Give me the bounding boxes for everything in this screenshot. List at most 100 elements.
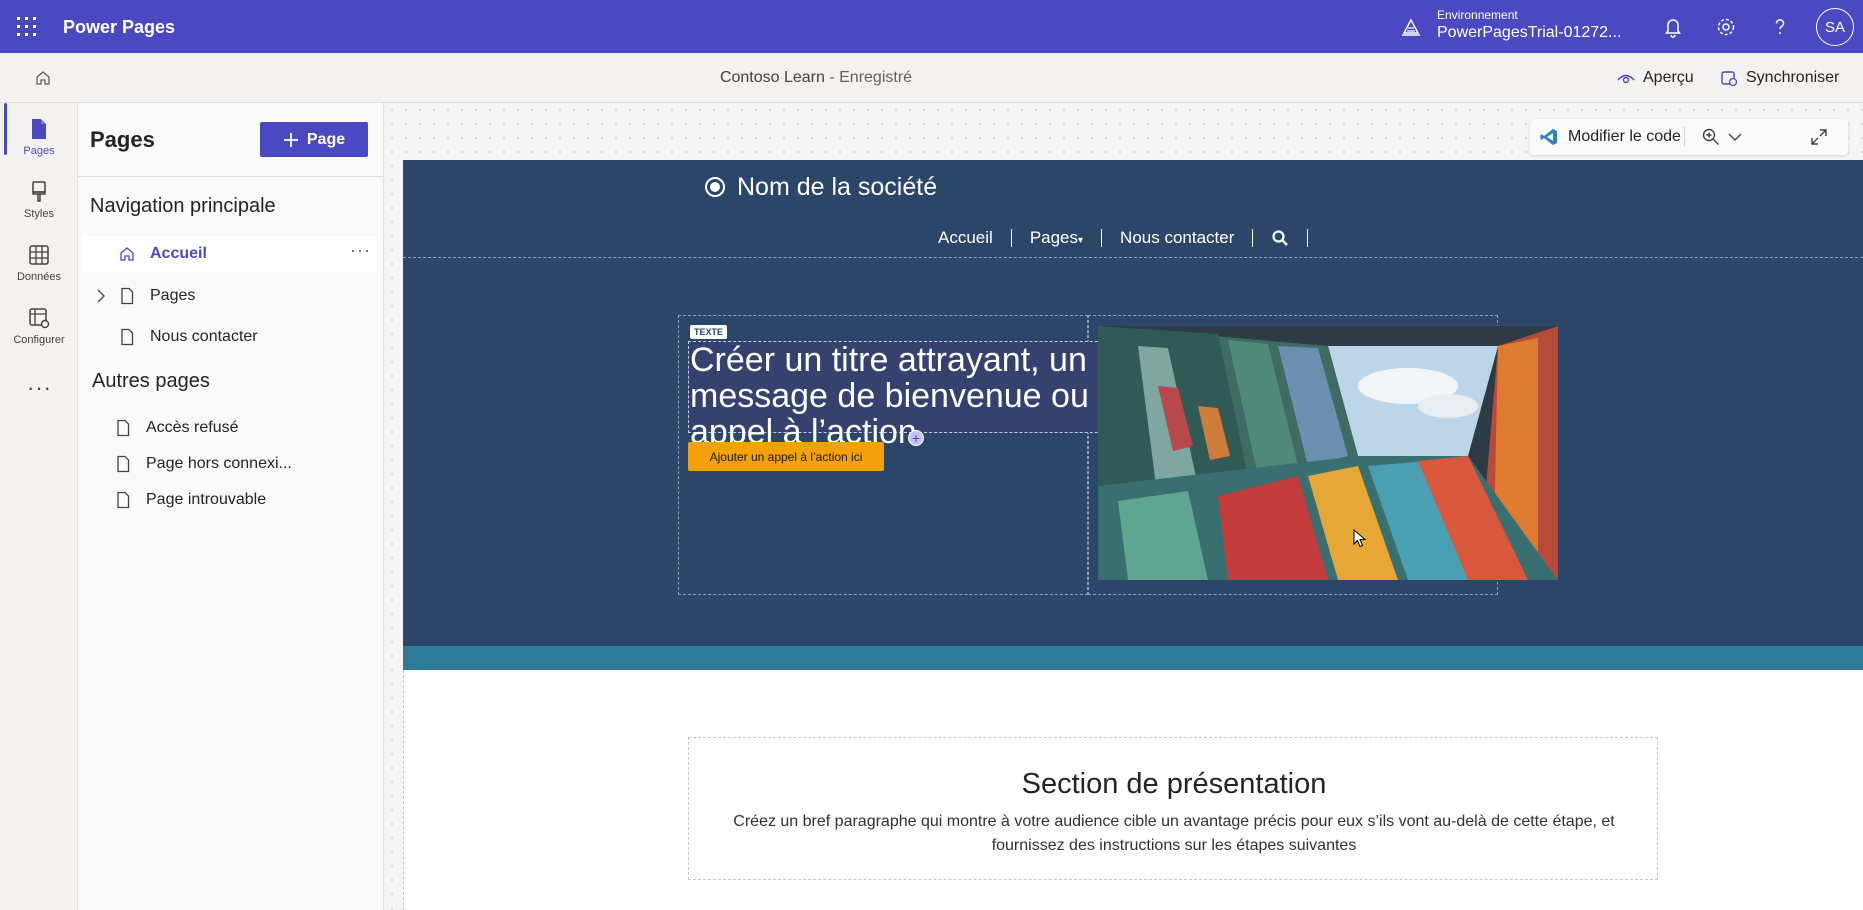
design-canvas: Modifier le code Nom de la société Accue… <box>385 103 1863 910</box>
nav-item-home[interactable]: Accueil ··· <box>82 236 377 272</box>
divider <box>78 176 384 177</box>
environment-name[interactable]: PowerPagesTrial-01272... <box>1437 24 1621 42</box>
site-preview: Nom de la société Accueil Pages▾ Nous co… <box>403 160 1863 910</box>
command-bar: Contoso Learn - Enregistré Aperçu Synchr… <box>0 53 1863 103</box>
divider-band <box>403 646 1863 670</box>
main-nav-heading: Navigation principale <box>90 195 276 217</box>
sync-icon <box>1721 71 1738 87</box>
table-icon <box>29 245 49 265</box>
nav-separator <box>1307 229 1309 247</box>
caret-down-icon: ▾ <box>1078 235 1084 246</box>
app-name[interactable]: Power Pages <box>63 17 175 38</box>
hero-title[interactable]: Créer un titre attrayant, un message de … <box>688 341 1148 450</box>
save-status: - Enregistré <box>829 69 913 86</box>
canvas-toolbar: Modifier le code <box>1530 119 1848 155</box>
brush-icon <box>32 181 46 202</box>
chevron-down-icon[interactable] <box>1728 132 1742 142</box>
nav-item-not-found[interactable]: Page introuvable <box>82 482 377 518</box>
rail-item-configure[interactable]: Configurer <box>0 306 78 346</box>
presentation-title[interactable]: Section de présentation <box>689 768 1659 801</box>
rail-item-data[interactable]: Données <box>0 243 78 283</box>
nav-item-label: Accueil <box>150 245 207 262</box>
environment-label: Environnement <box>1437 8 1518 22</box>
add-component-icon[interactable]: + <box>908 430 924 446</box>
sync-label: Synchroniser <box>1746 69 1840 86</box>
left-rail: Pages Styles Données Configurer ··· <box>0 103 78 910</box>
waffle-icon[interactable] <box>17 17 36 36</box>
vscode-icon <box>1540 129 1557 145</box>
bell-icon[interactable] <box>1661 15 1685 39</box>
preview-label: Aperçu <box>1643 69 1694 86</box>
home-icon <box>120 247 134 261</box>
presentation-section[interactable]: Section de présentation Créez un bref pa… <box>688 737 1658 880</box>
site-header[interactable]: Nom de la société Accueil Pages▾ Nous co… <box>403 160 1863 258</box>
nav-item-label: Accès refusé <box>146 419 239 436</box>
document-icon <box>117 419 130 437</box>
site-title: Contoso Learn - Enregistré <box>0 69 1632 87</box>
edit-code-label: Modifier le code <box>1568 128 1681 145</box>
rail-item-styles[interactable]: Styles <box>0 180 78 220</box>
text-component-tag: TEXTE <box>690 325 728 339</box>
preview-button[interactable]: Aperçu <box>1617 69 1694 87</box>
nav-item-label: Page hors connexi... <box>146 455 292 472</box>
hero-image[interactable] <box>1098 326 1558 580</box>
environment-icon[interactable] <box>1400 16 1422 38</box>
logo-icon <box>705 177 725 197</box>
document-icon <box>121 328 134 346</box>
site-nav-home[interactable]: Accueil <box>938 228 993 248</box>
nav-item-label: Page introuvable <box>146 491 267 508</box>
settings-table-icon <box>29 308 50 329</box>
nav-item-label: Pages <box>150 287 196 304</box>
nav-item-pages[interactable]: Pages <box>82 278 377 314</box>
rail-item-pages[interactable]: Pages <box>0 117 78 157</box>
page-icon <box>32 119 46 139</box>
expand-icon[interactable] <box>1810 128 1828 146</box>
site-nav-contact[interactable]: Nous contacter <box>1120 228 1234 248</box>
eye-icon <box>1617 74 1635 84</box>
rail-label: Styles <box>24 208 54 220</box>
add-page-label: Page <box>306 130 346 148</box>
site-nav-pages[interactable]: Pages▾ <box>1030 228 1083 248</box>
nav-separator <box>1101 229 1103 247</box>
company-name[interactable]: Nom de la société <box>737 173 937 202</box>
search-icon[interactable] <box>1271 229 1289 247</box>
pages-pane: Pages Page Navigation principale Accueil… <box>78 103 384 910</box>
site-nav: Accueil Pages▾ Nous contacter <box>938 228 1326 248</box>
more-button[interactable]: ··· <box>27 375 52 401</box>
avatar[interactable]: SA <box>1816 8 1854 46</box>
sync-button[interactable]: Synchroniser <box>1720 69 1839 87</box>
add-page-button[interactable]: Page <box>260 122 368 157</box>
building-image <box>1098 326 1558 580</box>
document-icon <box>117 491 130 509</box>
pane-title: Pages <box>90 127 155 152</box>
site-nav-pages-label: Pages <box>1029 228 1079 247</box>
gear-icon[interactable] <box>1714 15 1738 39</box>
presentation-text[interactable]: Créez un bref paragraphe qui montre à vo… <box>709 810 1639 858</box>
nav-item-offline[interactable]: Page hors connexi... <box>82 446 377 482</box>
help-icon[interactable] <box>1768 15 1792 39</box>
rail-label: Pages <box>23 145 55 157</box>
more-actions-button[interactable]: ··· <box>350 240 371 261</box>
other-pages-heading: Autres pages <box>92 370 210 392</box>
rail-label: Données <box>16 271 62 283</box>
document-icon <box>117 455 130 473</box>
edit-code-button[interactable]: Modifier le code <box>1540 128 1681 146</box>
nav-item-label: Nous contacter <box>150 328 258 345</box>
app-header: Power Pages Environnement PowerPagesTria… <box>0 0 1863 53</box>
zoom-icon[interactable] <box>1702 128 1720 146</box>
rail-active-indicator <box>4 103 7 155</box>
chevron-right-icon[interactable] <box>96 289 106 303</box>
document-icon <box>121 287 134 305</box>
plus-icon <box>283 132 298 147</box>
mouse-cursor-icon <box>1353 529 1367 548</box>
rail-label: Configurer <box>13 334 65 346</box>
nav-item-access-denied[interactable]: Accès refusé <box>82 410 377 446</box>
section-outline <box>403 670 404 910</box>
nav-separator <box>1252 229 1254 247</box>
hero-section: TEXTE Créer un titre attrayant, un messa… <box>403 258 1863 646</box>
cta-button[interactable]: Ajouter un appel à l’action ici <box>688 442 884 471</box>
nav-separator <box>1010 229 1012 247</box>
site-name: Contoso Learn <box>719 69 825 86</box>
nav-item-contact[interactable]: Nous contacter <box>82 319 377 355</box>
toolbar-divider <box>1684 127 1685 147</box>
